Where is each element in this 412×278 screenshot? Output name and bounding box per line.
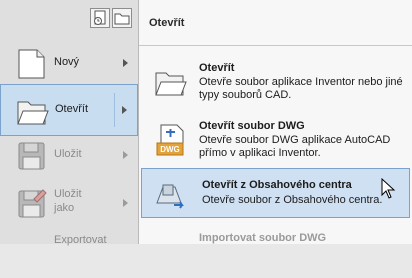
open-submenu-panel: Otevřít Otevřít Otevře soubor aplikace I… bbox=[139, 0, 412, 244]
menu-save-as-button[interactable]: Uložit jako bbox=[0, 178, 138, 230]
recent-documents-button[interactable] bbox=[90, 8, 110, 28]
submenu-header: Otevřít bbox=[139, 0, 412, 46]
menu-save-as-label-line2: jako bbox=[54, 202, 75, 214]
chevron-right-icon[interactable] bbox=[123, 151, 128, 159]
menu-open-button[interactable]: Otevřít bbox=[0, 84, 138, 136]
open-documents-button[interactable] bbox=[112, 8, 132, 28]
submenu-item-title: Importovat soubor DWG bbox=[199, 232, 327, 244]
recent-documents-icon bbox=[94, 10, 106, 25]
menu-new-label: Nový bbox=[54, 56, 80, 68]
menu-save-button[interactable]: Uložit bbox=[0, 130, 138, 182]
menu-export-label: Exportovat bbox=[54, 234, 107, 246]
chevron-right-icon[interactable] bbox=[123, 199, 128, 207]
submenu-item-title: Otevřít bbox=[199, 62, 235, 74]
submenu-item-open-content-center[interactable]: Otevřít z Obsahového centra Otevře soubo… bbox=[141, 168, 410, 218]
open-folder-icon bbox=[17, 101, 49, 125]
dwg-badge-text: DWG bbox=[160, 145, 180, 154]
content-center-icon bbox=[156, 184, 184, 209]
menu-save-label: Uložit bbox=[54, 148, 82, 160]
menu-new-button[interactable]: Nový bbox=[0, 38, 138, 90]
submenu-item-open-dwg[interactable]: DWG Otevřít soubor DWG Otevře soubor DWG… bbox=[139, 111, 412, 167]
application-menu-left: Nový Otevřít Uložit Uložit jako Exportov… bbox=[0, 0, 139, 246]
save-icon bbox=[18, 142, 45, 170]
open-folder-icon bbox=[155, 72, 187, 96]
split-divider bbox=[114, 93, 115, 127]
new-document-icon bbox=[18, 49, 45, 79]
dwg-file-icon: DWG bbox=[156, 124, 184, 156]
quick-access-icons bbox=[90, 8, 134, 30]
submenu-item-description: Otevře soubor z Obsahového centra. bbox=[202, 194, 383, 206]
menu-save-as-label-line1: Uložit bbox=[54, 188, 82, 200]
menu-export-button[interactable]: Exportovat bbox=[0, 226, 138, 278]
submenu-title: Otevřít bbox=[149, 17, 185, 29]
chevron-right-icon[interactable] bbox=[123, 59, 128, 67]
open-documents-icon bbox=[114, 13, 130, 25]
submenu-item-open[interactable]: Otevřít Otevře soubor aplikace Inventor … bbox=[139, 53, 412, 109]
menu-open-label: Otevřít bbox=[55, 103, 89, 115]
submenu-item-description: Otevře soubor DWG aplikace AutoCAD přímo… bbox=[199, 134, 391, 159]
submenu-item-title: Otevřít z Obsahového centra bbox=[202, 179, 352, 191]
save-as-icon bbox=[18, 189, 47, 218]
mouse-cursor-icon bbox=[381, 178, 396, 199]
chevron-right-icon[interactable] bbox=[122, 106, 127, 114]
submenu-item-import-dwg[interactable]: Importovat soubor DWG bbox=[139, 226, 412, 244]
submenu-item-title: Otevřít soubor DWG bbox=[199, 120, 305, 132]
submenu-item-description: Otevře soubor aplikace Inventor nebo jin… bbox=[199, 76, 403, 101]
